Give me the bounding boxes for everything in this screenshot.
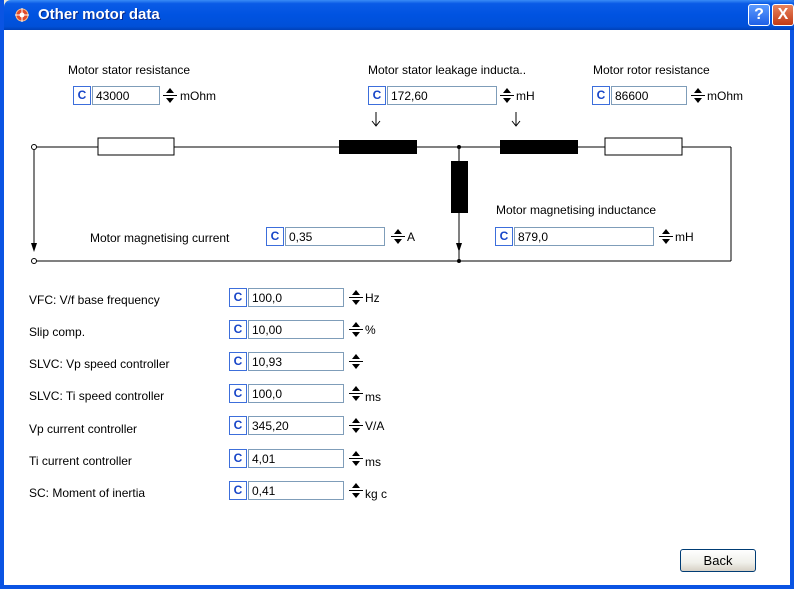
param-spinner-slip-comp[interactable] [349, 320, 363, 339]
param-input-slvc-vp-speed[interactable]: 10,93 [248, 352, 344, 371]
param-label-ti-current: Ti current controller [29, 454, 132, 468]
param-spinner-slvc-vp-speed[interactable] [349, 352, 363, 371]
param-c-button-vfc-base-frequency[interactable]: C [229, 288, 247, 307]
param-c-button-slip-comp[interactable]: C [229, 320, 247, 339]
stator-leakage-input[interactable]: 172,60 [387, 86, 497, 105]
magnetising-inductance-label: Motor magnetising inductance [496, 203, 657, 217]
magnetising-current-c-button[interactable]: C [266, 227, 284, 246]
param-label-slip-comp: Slip comp. [29, 325, 86, 339]
param-c-button-slvc-vp-speed[interactable]: C [229, 352, 247, 371]
rotor-resistance-unit: mOhm [707, 89, 743, 103]
stator-resistance-input[interactable]: 43000 [92, 86, 160, 105]
param-c-button-ti-current[interactable]: C [229, 449, 247, 468]
param-spinner-slvc-ti-speed[interactable] [349, 384, 363, 403]
rotor-resistance-c-button[interactable]: C [592, 86, 610, 105]
magnetising-current-label: Motor magnetising current [90, 231, 230, 245]
rotor-resistance-input[interactable]: 86600 [611, 86, 687, 105]
magnetising-inductance-input[interactable]: 879,0 [514, 227, 654, 246]
param-unit-slip-comp: % [365, 323, 376, 337]
stator-resistor-symbol [97, 137, 175, 156]
rotor-inductor-symbol [500, 140, 578, 154]
stator-leakage-unit: mH [516, 89, 535, 103]
magnetising-inductor-symbol [451, 161, 468, 213]
stator-leakage-c-button[interactable]: C [368, 86, 386, 105]
magnetising-inductance-unit: mH [675, 230, 694, 244]
param-c-button-moment-of-inertia[interactable]: C [229, 481, 247, 500]
help-button[interactable]: ? [748, 4, 770, 26]
stator-resistance-spinner[interactable] [163, 86, 177, 105]
param-input-slip-comp[interactable]: 10,00 [248, 320, 344, 339]
param-unit-vp-current: V/A [365, 419, 385, 433]
param-spinner-vp-current[interactable] [349, 416, 363, 435]
param-input-ti-current[interactable]: 4,01 [248, 449, 344, 468]
window-title: Other motor data [38, 6, 160, 23]
param-input-moment-of-inertia[interactable]: 0,41 [248, 481, 344, 500]
param-c-button-slvc-ti-speed[interactable]: C [229, 384, 247, 403]
app-icon [15, 8, 29, 22]
stator-leakage-label: Motor stator leakage inducta.. [368, 63, 527, 77]
title-bar: Other motor data ? X [4, 0, 794, 30]
param-spinner-vfc-base-frequency[interactable] [349, 288, 363, 307]
magnetising-current-spinner[interactable] [391, 227, 405, 246]
param-label-vfc-base-frequency: VFC: V/f base frequency [29, 293, 160, 307]
param-label-vp-current: Vp current controller [29, 422, 138, 436]
param-label-moment-of-inertia: SC: Moment of inertia [29, 486, 146, 500]
stator-resistance-label: Motor stator resistance [68, 63, 191, 77]
rotor-resistance-label: Motor rotor resistance [593, 63, 710, 77]
dialog-content: Motor stator resistance C 43000 mOhm Mot… [4, 30, 790, 585]
rotor-resistance-spinner[interactable] [691, 86, 705, 105]
magnetising-inductance-c-button[interactable]: C [495, 227, 513, 246]
stator-resistance-c-button[interactable]: C [73, 86, 91, 105]
param-label-slvc-vp-speed: SLVC: Vp speed controller [29, 357, 170, 371]
param-c-button-vp-current[interactable]: C [229, 416, 247, 435]
param-unit-slvc-ti-speed: ms [365, 390, 381, 404]
stator-leakage-spinner[interactable] [500, 86, 514, 105]
param-unit-ti-current: ms [365, 455, 381, 469]
close-button[interactable]: X [772, 4, 794, 26]
param-unit-moment-of-inertia: kg c [365, 487, 388, 501]
param-spinner-moment-of-inertia[interactable] [349, 481, 363, 500]
param-unit-vfc-base-frequency: Hz [365, 291, 380, 305]
rotor-resistor-symbol [604, 137, 683, 156]
back-button[interactable]: Back [680, 549, 756, 572]
param-spinner-ti-current[interactable] [349, 449, 363, 468]
magnetising-current-unit: A [407, 230, 416, 244]
stator-inductor-symbol [339, 140, 417, 154]
param-input-slvc-ti-speed[interactable]: 100,0 [248, 384, 344, 403]
param-label-slvc-ti-speed: SLVC: Ti speed controller [29, 389, 165, 403]
magnetising-inductance-spinner[interactable] [659, 227, 673, 246]
param-input-vp-current[interactable]: 345,20 [248, 416, 344, 435]
magnetising-current-input[interactable]: 0,35 [285, 227, 385, 246]
stator-resistance-unit: mOhm [180, 89, 216, 103]
param-input-vfc-base-frequency[interactable]: 100,0 [248, 288, 344, 307]
